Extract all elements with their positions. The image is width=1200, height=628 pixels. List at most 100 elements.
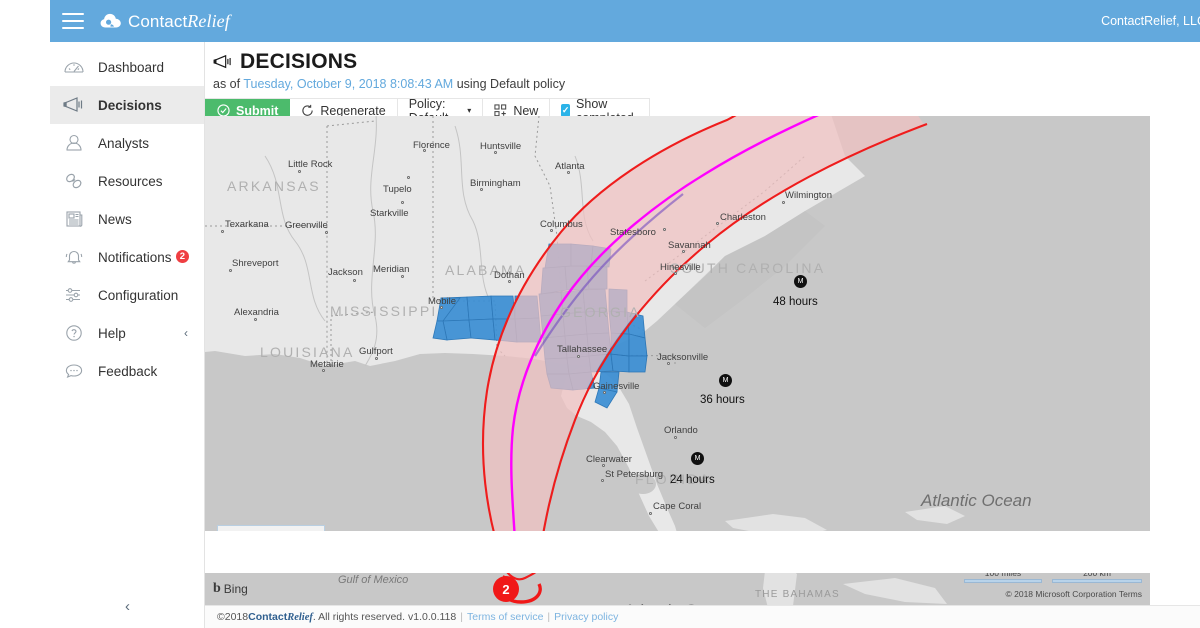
sidebar-item-feedback[interactable]: Feedback xyxy=(50,352,204,390)
forecast-label-36h: 36 hours xyxy=(700,394,745,406)
megaphone-icon xyxy=(213,54,233,70)
map-city-label: Metairie xyxy=(310,359,344,370)
forecast-node-48h[interactable]: M xyxy=(794,275,807,288)
sidebar-item-analysts[interactable]: Analysts xyxy=(50,124,204,162)
page-subtitle: as of Tuesday, October 9, 2018 8:08:43 A… xyxy=(213,77,1200,91)
footer: ©2018 ContactRelief. All rights reserved… xyxy=(205,605,1200,628)
sidebar-item-label: Analysts xyxy=(98,135,150,151)
dashboard-icon xyxy=(62,56,86,78)
city-dot xyxy=(325,231,328,234)
footer-separator: | xyxy=(460,611,463,623)
sidebar-item-configuration[interactable]: Configuration xyxy=(50,276,204,314)
sidebar-item-label: Decisions xyxy=(98,97,162,113)
brand-primary: Contact xyxy=(128,11,188,31)
city-dot xyxy=(254,318,257,321)
map-state-label: MISSISSIPPI xyxy=(330,303,438,319)
map-city-label: Shreveport xyxy=(232,258,279,269)
sidebar-item-label: Dashboard xyxy=(98,59,165,75)
city-dot xyxy=(353,279,356,282)
sidebar-item-notifications[interactable]: Notifications 2 xyxy=(50,238,204,276)
map-city-label: Huntsville xyxy=(480,141,522,152)
map-city-label: Gulfport xyxy=(359,346,393,357)
city-dot xyxy=(401,275,404,278)
map-city-label: Little Rock xyxy=(288,159,333,170)
city-dot xyxy=(663,228,666,231)
chat-icon xyxy=(62,360,86,382)
city-dot xyxy=(440,306,443,309)
forecast-node-24h[interactable]: M xyxy=(691,452,704,465)
city-dot xyxy=(229,269,232,272)
privacy-policy-link[interactable]: Privacy policy xyxy=(554,611,618,623)
megaphone-icon xyxy=(62,94,86,116)
map-city-label: Florence xyxy=(413,140,450,151)
hamburger-icon[interactable] xyxy=(62,13,84,29)
chevron-down-icon: ▾ xyxy=(467,106,472,115)
city-dot xyxy=(567,171,570,174)
city-dot xyxy=(577,355,580,358)
sidebar-item-dashboard[interactable]: Dashboard xyxy=(50,48,204,86)
brand-secondary: Relief xyxy=(187,10,230,31)
brand-logo[interactable]: ContactRelief xyxy=(100,11,230,32)
map-region-label: THE BAHAMAS xyxy=(755,589,840,600)
map-city-label: Birmingham xyxy=(470,178,521,189)
city-dot xyxy=(423,149,426,152)
top-bar: ContactRelief ContactRelief, LLC xyxy=(50,0,1200,42)
map-city-label: Texarkana xyxy=(225,219,269,230)
map-city-label: St Petersburg xyxy=(605,469,664,480)
city-dot xyxy=(407,176,410,179)
map-state-label: ARKANSAS xyxy=(227,178,321,194)
map-city-label: Atlanta xyxy=(555,161,585,172)
sidebar-item-resources[interactable]: Resources xyxy=(50,162,204,200)
chevron-left-icon[interactable]: ‹ xyxy=(184,326,188,340)
cloud-icon xyxy=(100,13,122,29)
map-attribution[interactable]: © 2018 Microsoft Corporation Terms xyxy=(1006,589,1143,599)
map-city-label: Alexandria xyxy=(234,307,279,318)
link-icon xyxy=(62,170,86,192)
footer-copyright: ©2018 xyxy=(217,611,249,623)
map-city-label: Charleston xyxy=(720,212,766,223)
map-ocean-label: Gulf of Mexico xyxy=(338,574,409,586)
map-city-label: Clearwater xyxy=(586,454,632,465)
map-city-label: Columbus xyxy=(540,219,583,230)
sidebar-item-label: Help xyxy=(98,325,126,341)
map-city-label: Statesboro xyxy=(610,227,656,238)
map-state-label: GEORGIA xyxy=(560,304,641,320)
footer-rights: . All rights reserved. v1.0.0.118 xyxy=(312,611,457,623)
city-dot xyxy=(674,436,677,439)
map-ocean-label: Atlantic Ocean xyxy=(921,491,1032,510)
forecast-node-36h[interactable]: M xyxy=(719,374,732,387)
bing-logo[interactable]: b Bing xyxy=(213,581,248,597)
main-content: DECISIONS as of Tuesday, October 9, 2018… xyxy=(205,42,1200,628)
map-city-label: Tupelo xyxy=(383,184,412,195)
page-header: DECISIONS as of Tuesday, October 9, 2018… xyxy=(205,42,1200,91)
forecast-label-24h: 24 hours xyxy=(670,474,715,486)
sidebar-item-decisions[interactable]: Decisions xyxy=(50,86,204,124)
city-dot xyxy=(667,362,670,365)
app-root: ContactRelief ContactRelief, LLC Dashboa… xyxy=(0,0,1200,628)
sidebar-item-label: News xyxy=(98,211,132,227)
terms-of-service-link[interactable]: Terms of service xyxy=(467,611,543,623)
person-icon xyxy=(62,132,86,154)
city-dot xyxy=(782,201,785,204)
subtitle-timestamp: Tuesday, October 9, 2018 8:08:43 AM xyxy=(243,77,454,91)
city-dot xyxy=(298,170,301,173)
sidebar-collapse-button[interactable]: ‹ xyxy=(50,592,205,620)
account-name[interactable]: ContactRelief, LLC xyxy=(1101,14,1200,28)
notifications-badge: 2 xyxy=(174,249,190,264)
city-dot xyxy=(221,230,224,233)
city-dot xyxy=(375,357,378,360)
footer-brand: ContactRelief xyxy=(248,611,313,623)
hurricane-icon[interactable]: 2 xyxy=(493,576,519,602)
left-rail xyxy=(0,0,50,628)
map-city-label: Wilmington xyxy=(785,190,832,201)
map-city-label: Orlando xyxy=(664,425,698,436)
sidebar-item-news[interactable]: News xyxy=(50,200,204,238)
map-city-label: Gainesville xyxy=(593,381,640,392)
city-dot xyxy=(322,369,325,372)
sidebar-item-help[interactable]: Help ‹ xyxy=(50,314,204,352)
map-city-label: Meridian xyxy=(373,264,410,275)
sidebar-item-label: Configuration xyxy=(98,287,179,303)
city-dot xyxy=(682,250,685,253)
city-dot xyxy=(508,280,511,283)
map-city-label: Hinesville xyxy=(660,262,701,273)
